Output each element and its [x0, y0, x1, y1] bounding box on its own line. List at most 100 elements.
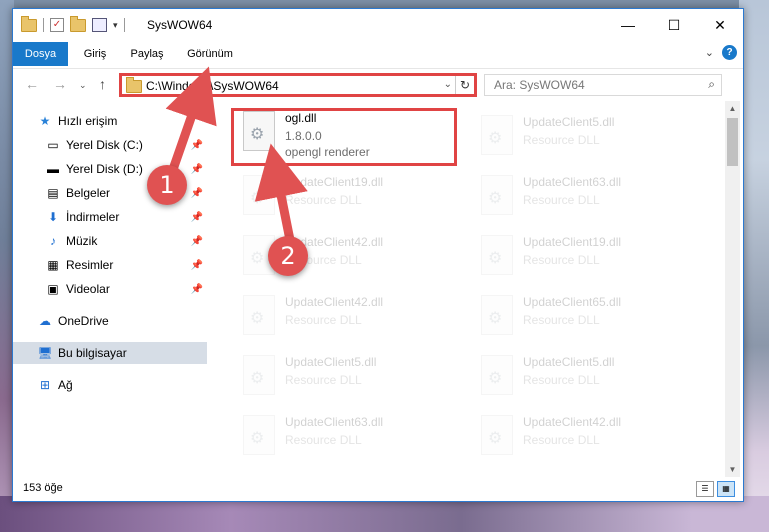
- tab-share[interactable]: Paylaş: [125, 42, 169, 66]
- file-name: UpdateClient5.dll: [285, 355, 377, 369]
- scroll-down-arrow-icon[interactable]: ▼: [725, 462, 740, 477]
- back-arrow-icon[interactable]: ←: [25, 76, 39, 92]
- sidebar-item-label: Hızlı erişim: [58, 114, 118, 128]
- cloud-icon: ☁: [39, 314, 51, 328]
- maximize-button[interactable]: ☐: [651, 9, 697, 41]
- help-icon[interactable]: ?: [722, 45, 737, 60]
- dll-file-icon: [481, 115, 513, 155]
- file-type: Resource DLL: [523, 133, 600, 147]
- search-box[interactable]: Ara: SysWOW64 ⌕: [484, 74, 722, 96]
- drive-icon: ▭: [47, 138, 59, 152]
- vertical-scrollbar[interactable]: ▲ ▼: [725, 101, 740, 477]
- file-item[interactable]: UpdateClient63.dll Resource DLL: [471, 171, 703, 223]
- file-type: Resource DLL: [523, 313, 600, 327]
- item-count: 153 öğe: [23, 482, 63, 494]
- dll-file-icon: [243, 415, 275, 455]
- file-item[interactable]: UpdateClient63.dll Resource DLL: [233, 411, 465, 463]
- forward-arrow-icon[interactable]: →: [53, 76, 67, 92]
- pin-icon[interactable]: 📌: [191, 188, 203, 199]
- documents-icon: ▤: [47, 186, 59, 200]
- network-icon: ⊞: [39, 378, 51, 392]
- up-arrow-icon[interactable]: ↑: [99, 76, 106, 92]
- sidebar-item-label: Videolar: [66, 282, 110, 296]
- file-name: UpdateClient5.dll: [523, 355, 615, 369]
- pin-icon[interactable]: 📌: [191, 212, 203, 223]
- file-type: Resource DLL: [285, 373, 362, 387]
- tab-home[interactable]: Giriş: [77, 42, 113, 66]
- minimize-button[interactable]: —: [605, 9, 651, 41]
- address-dropdown-icon[interactable]: ⌄: [444, 79, 452, 90]
- sidebar-item-videos[interactable]: ▣ Videolar 📌: [13, 278, 207, 300]
- sidebar-item-downloads[interactable]: ⬇ İndirmeler 📌: [13, 206, 207, 228]
- sidebar-item-network[interactable]: ⊞ Ağ: [13, 374, 207, 396]
- computer-icon: 🖥: [37, 346, 53, 360]
- sidebar-item-onedrive[interactable]: ☁ OneDrive: [13, 310, 207, 332]
- address-folder-icon: [126, 77, 142, 93]
- step-badge-2: 2: [268, 236, 308, 276]
- expand-ribbon-chevron-icon[interactable]: ⌄: [705, 46, 714, 59]
- details-view-icon[interactable]: ☰: [696, 481, 714, 497]
- file-item[interactable]: UpdateClient5.dll Resource DLL: [471, 111, 703, 163]
- file-name: UpdateClient19.dll: [523, 235, 622, 249]
- pin-icon[interactable]: 📌: [191, 284, 203, 295]
- file-name: UpdateClient65.dll: [523, 295, 622, 309]
- pin-icon[interactable]: 📌: [191, 164, 203, 175]
- file-type: Resource DLL: [285, 193, 362, 207]
- file-name: UpdateClient63.dll: [285, 415, 384, 429]
- file-item[interactable]: UpdateClient42.dll Resource DLL: [233, 291, 465, 343]
- file-name: UpdateClient5.dll: [523, 115, 615, 129]
- tab-view[interactable]: Görünüm: [181, 42, 239, 66]
- file-item[interactable]: UpdateClient19.dll Resource DLL: [233, 171, 465, 223]
- drive-icon: ▬: [47, 162, 59, 176]
- address-bar[interactable]: C:\Windows\SysWOW64 ⌄ ↻: [119, 73, 477, 97]
- file-highlight-box: [231, 108, 457, 166]
- sidebar-item-label: OneDrive: [58, 314, 109, 328]
- file-item[interactable]: UpdateClient5.dll Resource DLL: [471, 351, 703, 403]
- search-icon[interactable]: ⌕: [708, 77, 715, 92]
- sidebar-item-label: Ağ: [58, 378, 73, 392]
- toolbar-separator: [43, 18, 44, 32]
- file-type: Resource DLL: [523, 253, 600, 267]
- file-name: UpdateClient63.dll: [523, 175, 622, 189]
- pin-icon[interactable]: 📌: [191, 260, 203, 271]
- navigation-pane: ★ Hızlı erişim ▭ Yerel Disk (C:) 📌 ▬ Yer…: [13, 101, 207, 469]
- file-item[interactable]: UpdateClient19.dll Resource DLL: [471, 231, 703, 283]
- properties-icon[interactable]: [92, 18, 107, 32]
- sidebar-item-pictures[interactable]: ▦ Resimler 📌: [13, 254, 207, 276]
- sidebar-item-this-pc[interactable]: 🖥 Bu bilgisayar: [13, 342, 207, 364]
- dll-file-icon: [243, 355, 275, 395]
- properties-check-icon[interactable]: ✓: [50, 18, 64, 32]
- customize-toolbar-dropdown-icon[interactable]: ▾: [113, 20, 118, 31]
- pin-icon[interactable]: 📌: [191, 236, 203, 247]
- dll-file-icon: [481, 175, 513, 215]
- file-item[interactable]: UpdateClient65.dll Resource DLL: [471, 291, 703, 343]
- large-icons-view-icon[interactable]: ▦: [717, 481, 735, 497]
- pin-icon[interactable]: 📌: [191, 140, 203, 151]
- sidebar-item-label: Resimler: [66, 258, 114, 272]
- refresh-icon[interactable]: ↻: [455, 76, 474, 94]
- new-folder-icon[interactable]: [70, 15, 86, 32]
- sidebar-item-label: Bu bilgisayar: [58, 346, 127, 360]
- sidebar-item-label: Belgeler: [66, 186, 111, 200]
- sidebar-item-music[interactable]: ♪ Müzik 📌: [13, 230, 207, 252]
- dll-file-icon: [481, 235, 513, 275]
- scroll-thumb[interactable]: [727, 118, 738, 166]
- file-name: UpdateClient42.dll: [285, 295, 384, 309]
- ribbon-tabs: Dosya Giriş Paylaş Görünüm: [13, 42, 743, 66]
- sidebar-item-quick-access[interactable]: ★ Hızlı erişim: [13, 110, 207, 132]
- tab-file[interactable]: Dosya: [13, 42, 68, 66]
- pictures-icon: ▦: [47, 258, 59, 272]
- sidebar-item-label: İndirmeler: [66, 210, 120, 224]
- download-icon: ⬇: [47, 210, 59, 224]
- address-path[interactable]: C:\Windows\SysWOW64: [146, 79, 279, 93]
- close-button[interactable]: ✕: [697, 9, 743, 41]
- sidebar-item-drive-c[interactable]: ▭ Yerel Disk (C:) 📌: [13, 134, 207, 156]
- file-type: Resource DLL: [285, 433, 362, 447]
- file-item[interactable]: UpdateClient5.dll Resource DLL: [233, 351, 465, 403]
- recent-locations-chevron-icon[interactable]: ⌄: [79, 80, 87, 91]
- file-item[interactable]: UpdateClient42.dll Resource DLL: [471, 411, 703, 463]
- quick-access-toolbar: ✓ ▾: [21, 15, 125, 32]
- title-bar: ✓ ▾ SysWOW64 — ☐ ✕: [13, 9, 743, 41]
- folder-icon: [21, 15, 37, 32]
- scroll-up-arrow-icon[interactable]: ▲: [725, 101, 740, 116]
